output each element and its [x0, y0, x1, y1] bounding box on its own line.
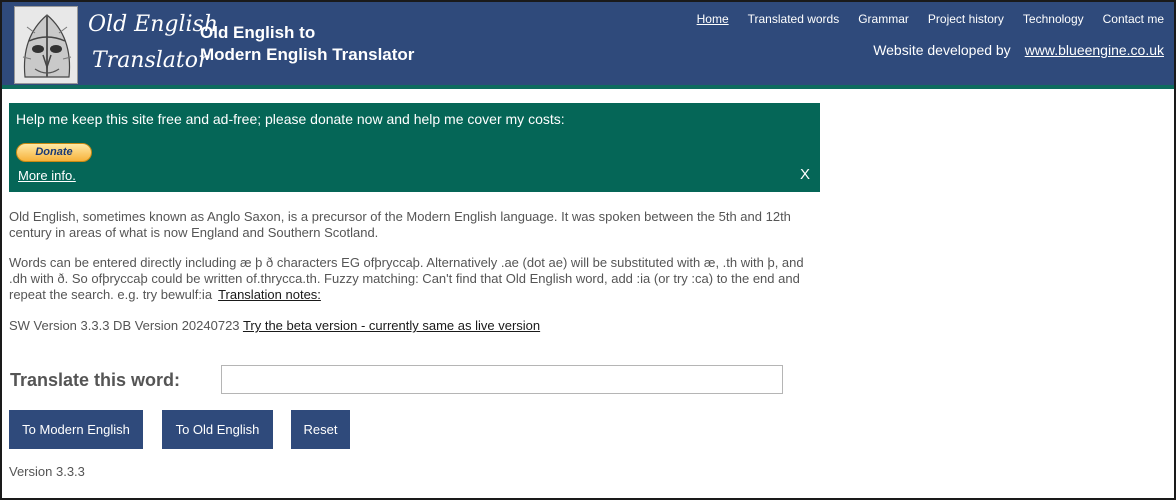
site-title-line-1: Old English to — [200, 23, 316, 42]
header-divider — [2, 85, 1174, 89]
nav-project-history[interactable]: Project history — [928, 12, 1004, 26]
translate-label: Translate this word: — [10, 370, 181, 390]
donate-button[interactable]: Donate — [16, 143, 92, 162]
developer-link[interactable]: www.blueengine.co.uk — [1025, 42, 1164, 58]
footer-version: Version 3.3.3 — [9, 464, 85, 479]
nav-grammar[interactable]: Grammar — [858, 12, 909, 26]
helmet-logo-image[interactable] — [14, 6, 78, 84]
to-old-english-button[interactable]: To Old English — [162, 410, 273, 449]
logo-line-1: Old English — [88, 12, 218, 37]
word-input[interactable] — [221, 365, 783, 394]
donate-banner: Help me keep this site free and ad-free;… — [9, 103, 820, 192]
developer-credit: Website developed by www.blueengine.co.u… — [873, 42, 1164, 58]
developed-by-label: Website developed by — [873, 42, 1011, 58]
site-title: Old English to Modern English Translator — [200, 22, 414, 66]
donate-message: Help me keep this site free and ad-free;… — [16, 111, 565, 127]
beta-version-link[interactable]: Try the beta version - currently same as… — [243, 318, 540, 333]
usage-text: Words can be entered directly including … — [9, 255, 804, 302]
to-modern-english-button[interactable]: To Modern English — [9, 410, 143, 449]
nav-contact-me[interactable]: Contact me — [1103, 12, 1164, 26]
usage-paragraph: Words can be entered directly including … — [9, 255, 819, 303]
translation-notes-link[interactable]: Translation notes: — [218, 287, 321, 302]
intro-paragraph: Old English, sometimes known as Anglo Sa… — [9, 209, 791, 240]
site-header: Old English Translator Old English to Mo… — [2, 2, 1174, 85]
version-paragraph: SW Version 3.3.3 DB Version 20240723 Try… — [9, 318, 819, 334]
site-title-line-2: Modern English Translator — [200, 45, 415, 64]
more-info-link[interactable]: More info. — [18, 168, 76, 183]
sw-version-text: SW Version 3.3.3 DB Version 20240723 — [9, 318, 240, 333]
reset-button[interactable]: Reset — [291, 410, 350, 449]
page: Old English Translator Old English to Mo… — [0, 0, 1176, 500]
nav-translated-words[interactable]: Translated words — [748, 12, 840, 26]
nav-technology[interactable]: Technology — [1023, 12, 1084, 26]
logo-line-2: Translator — [92, 48, 209, 73]
close-banner-button[interactable]: X — [800, 166, 810, 183]
nav-home[interactable]: Home — [697, 12, 729, 26]
top-nav: Home Translated words Grammar Project hi… — [697, 12, 1164, 26]
